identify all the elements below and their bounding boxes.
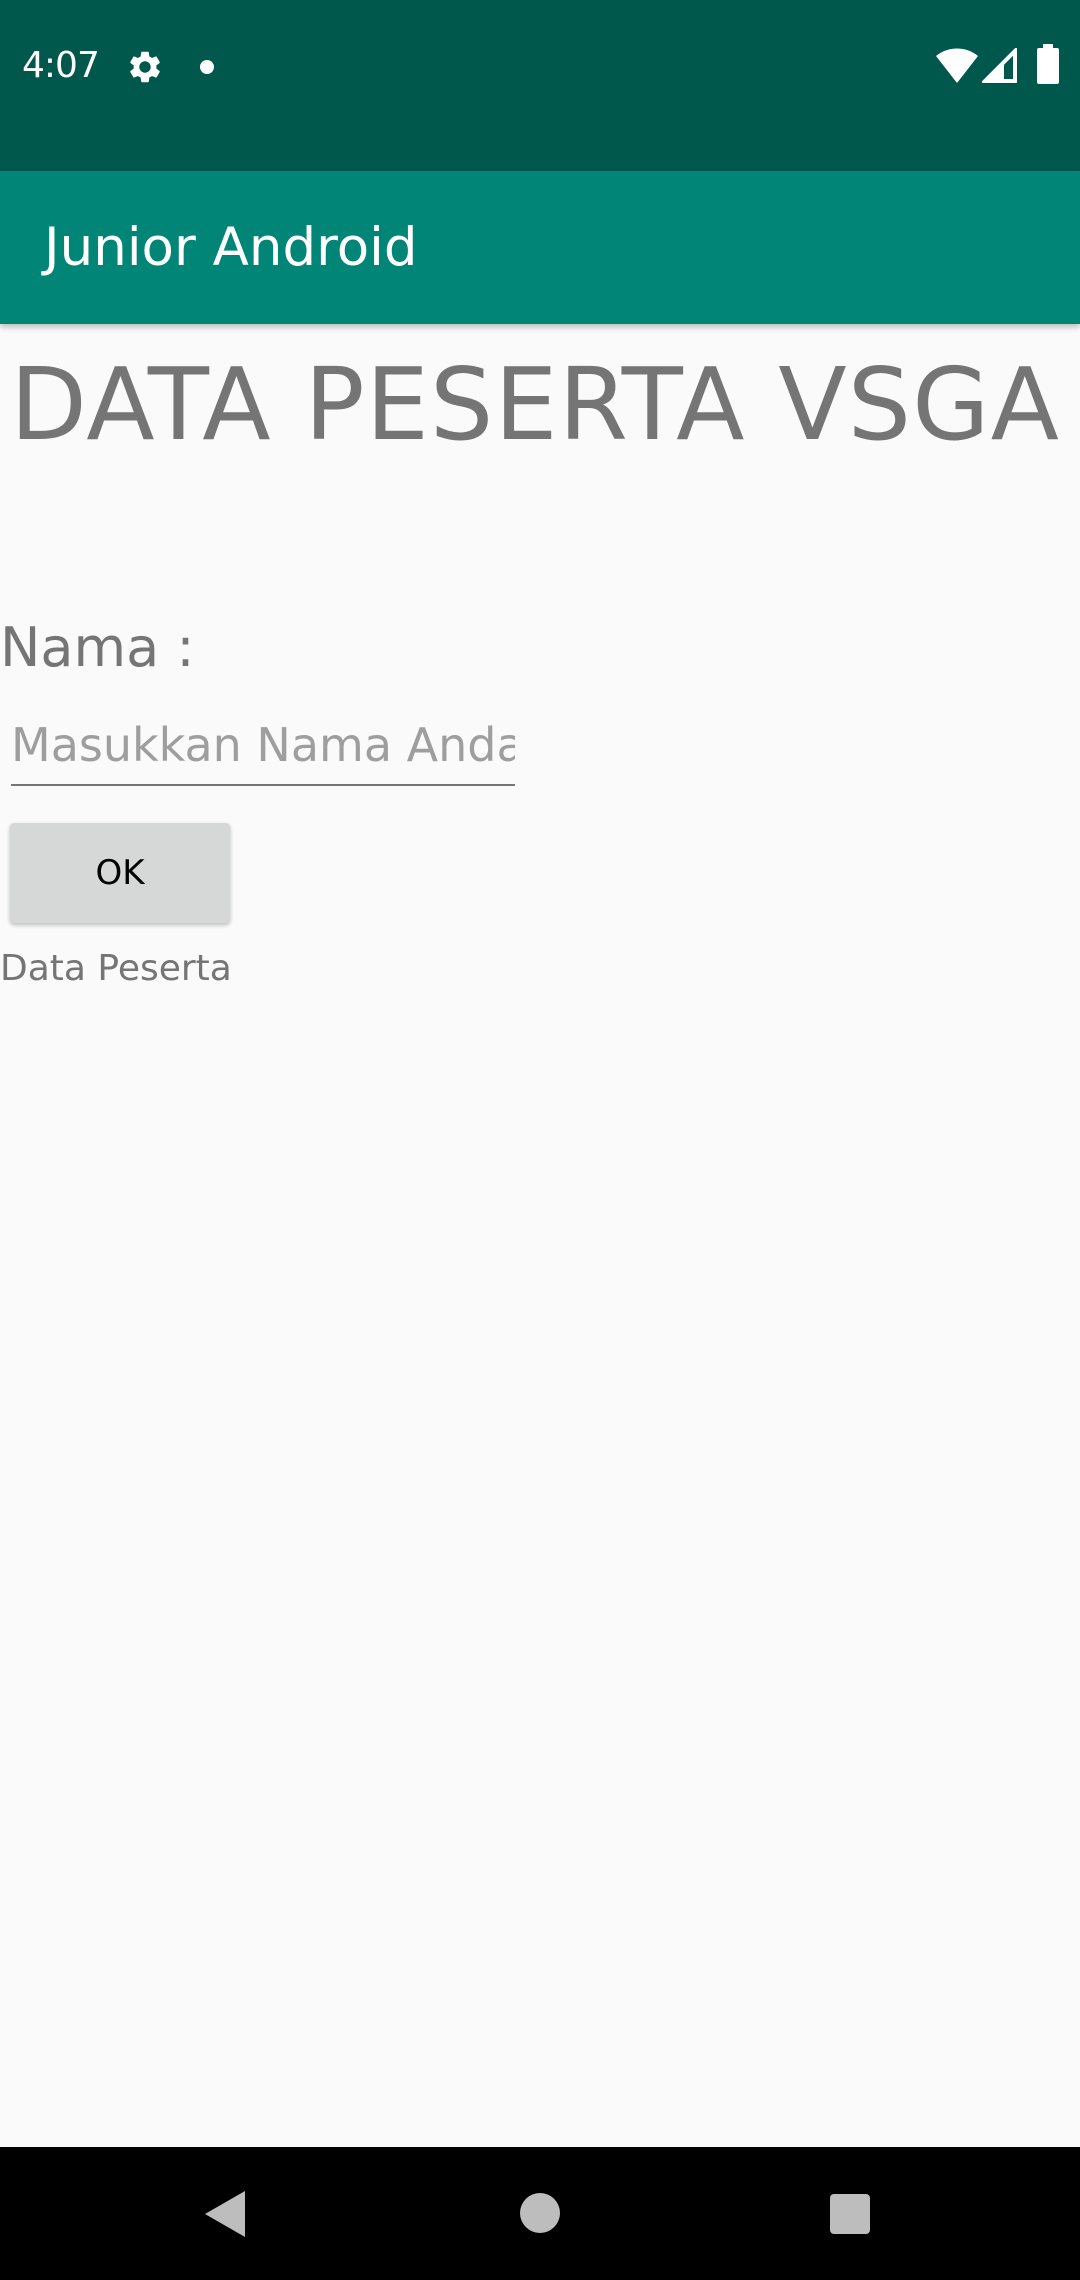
signal-icon <box>982 48 1017 83</box>
name-label: Nama : <box>0 616 195 679</box>
wifi-icon <box>936 48 978 83</box>
gear-icon <box>130 51 160 83</box>
home-icon[interactable] <box>520 2193 560 2233</box>
recents-icon[interactable] <box>830 2194 870 2234</box>
app-bar: Junior Android <box>0 171 1080 324</box>
name-input[interactable] <box>11 706 515 786</box>
result-text: Data Peserta <box>0 948 232 989</box>
back-icon[interactable] <box>205 2191 245 2237</box>
battery-icon <box>1037 44 1059 84</box>
page-title: DATA PESERTA VSGA <box>10 346 1061 463</box>
status-time: 4:07 <box>22 45 100 86</box>
ok-button[interactable]: OK <box>10 823 230 923</box>
status-bar: 4:07 <box>0 0 1080 171</box>
notification-dot-icon <box>200 60 214 74</box>
navigation-bar <box>0 2147 1080 2280</box>
app-title: Junior Android <box>44 217 418 278</box>
